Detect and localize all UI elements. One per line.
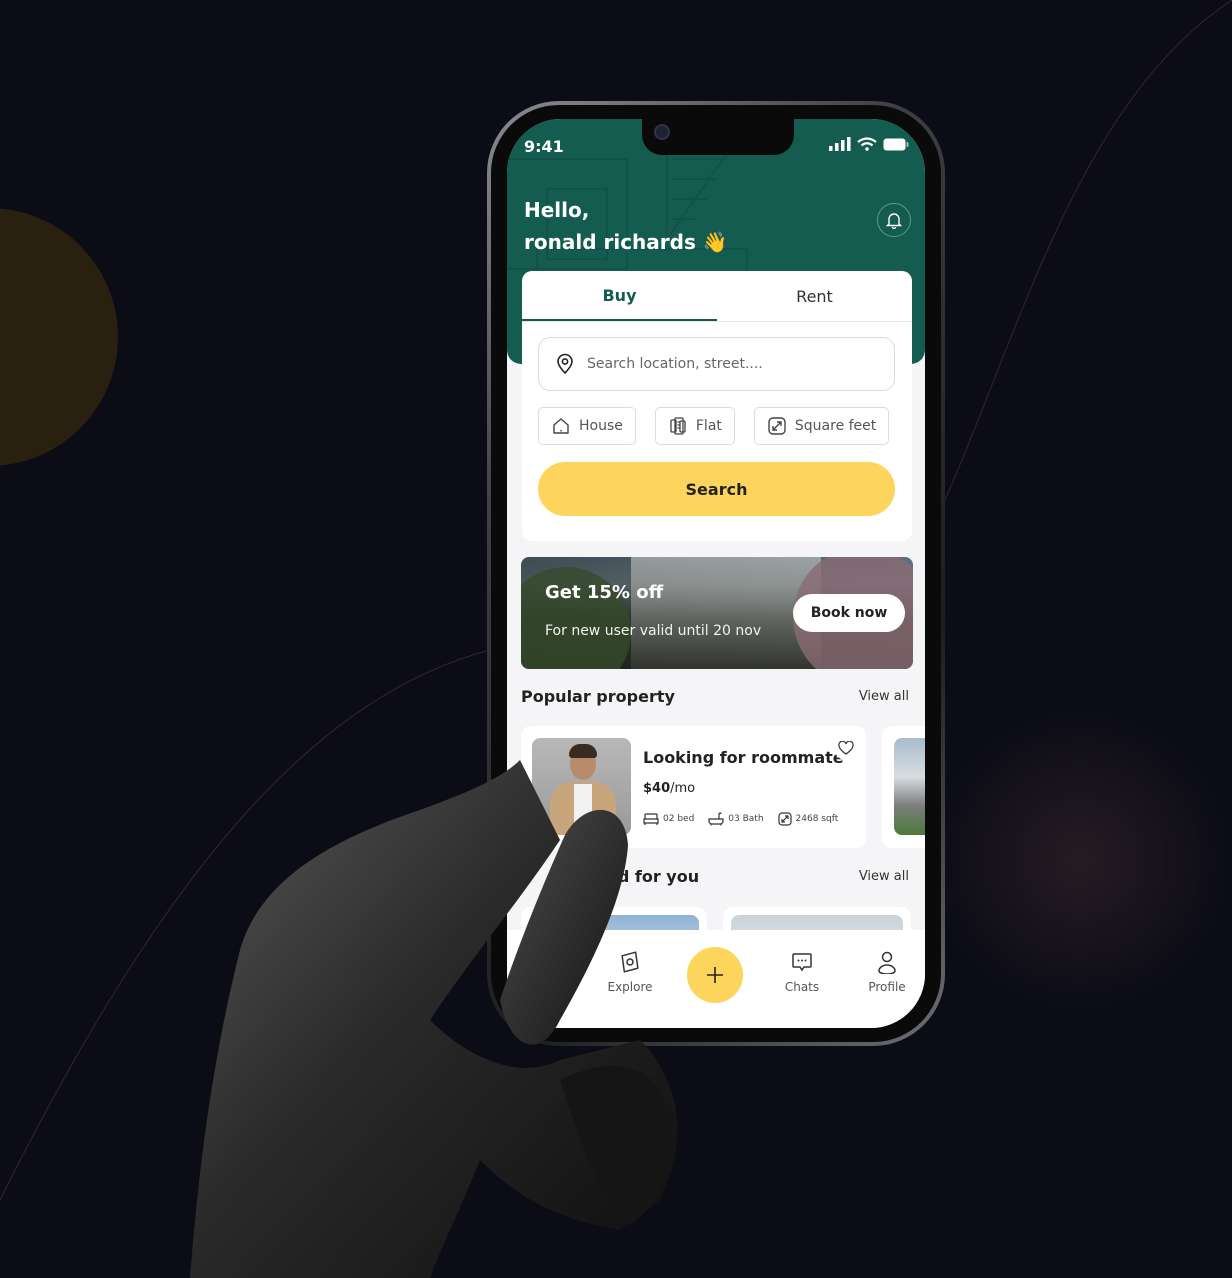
notification-button[interactable] <box>877 203 911 237</box>
status-icons <box>829 137 909 151</box>
search-card: Buy Rent Search location, street.... Hou… <box>522 271 912 541</box>
property-name: Looking for roommate <box>643 748 844 767</box>
property-card[interactable]: Looking for roommate $40/mo 02 bed 03 Ba… <box>521 726 866 848</box>
feature-beds-label: 02 bed <box>663 814 695 824</box>
property-photo <box>894 738 925 835</box>
signal-icon <box>829 137 851 151</box>
search-placeholder: Search location, street.... <box>587 356 763 372</box>
bathtub-icon <box>708 812 724 826</box>
buy-rent-tabs: Buy Rent <box>522 271 912 322</box>
property-price: $40/mo <box>643 781 695 796</box>
property-type-filters: House Flat Square feet <box>538 407 890 445</box>
nav-chats[interactable]: Chats <box>772 950 832 994</box>
nav-profile-label: Profile <box>868 980 906 994</box>
popular-view-all-link[interactable]: View all <box>859 689 909 704</box>
recommended-title: ed for you <box>607 867 700 886</box>
nav-explore[interactable]: Explore <box>600 950 660 994</box>
nav-home-label: ne <box>547 978 563 992</box>
status-time: 9:41 <box>524 137 564 156</box>
bell-icon <box>886 213 902 229</box>
wifi-icon <box>857 137 877 151</box>
feature-baths-label: 03 Bath <box>728 814 764 824</box>
wave-emoji: 👋 <box>702 230 728 254</box>
building-icon <box>670 417 686 435</box>
book-now-button[interactable]: Book now <box>793 594 905 632</box>
feature-baths: 03 Bath <box>708 812 764 826</box>
greeting-hello: Hello, <box>524 198 590 222</box>
search-button[interactable]: Search <box>538 462 895 516</box>
location-search-input[interactable]: Search location, street.... <box>538 337 895 391</box>
greeting: Hello, ronald richards 👋 <box>524 194 728 258</box>
popular-property-title: Popular property <box>521 687 675 706</box>
filter-house-label: House <box>579 418 623 434</box>
tab-buy[interactable]: Buy <box>522 271 717 321</box>
resize-icon <box>768 417 786 435</box>
bottom-navigation: ne Explore Chats Profile <box>507 930 925 1028</box>
favorite-button[interactable] <box>834 736 858 760</box>
property-photo <box>532 738 631 835</box>
feature-area: 2468 sqft <box>777 812 839 826</box>
promo-banner[interactable]: Get 15% off For new user valid until 20 … <box>521 557 913 669</box>
camera-icon <box>654 124 670 140</box>
chat-icon <box>792 953 812 972</box>
heart-icon <box>838 741 854 755</box>
nav-home[interactable]: ne <box>525 950 585 992</box>
property-card[interactable] <box>882 726 925 848</box>
phone-notch <box>642 119 794 155</box>
property-price-unit: /mo <box>670 781 696 796</box>
property-features: 02 bed 03 Bath 2468 sqft <box>643 812 838 826</box>
feature-beds: 02 bed <box>643 812 694 826</box>
nav-chats-label: Chats <box>784 980 820 994</box>
property-price-amount: $40 <box>643 781 671 796</box>
filter-house[interactable]: House <box>538 407 636 445</box>
compass-icon <box>621 951 639 973</box>
tab-rent[interactable]: Rent <box>717 271 912 321</box>
home-icon <box>546 951 564 970</box>
bed-icon <box>643 813 659 825</box>
nav-explore-label: Explore <box>607 980 653 994</box>
add-button[interactable] <box>687 947 743 1003</box>
promo-subtitle: For new user valid until 20 nov <box>545 623 762 639</box>
promo-title: Get 15% off <box>545 582 664 603</box>
plus-icon <box>707 967 723 983</box>
battery-icon <box>883 138 909 150</box>
house-icon <box>553 418 569 434</box>
filter-flat[interactable]: Flat <box>654 407 735 445</box>
user-icon <box>878 951 896 974</box>
location-pin-icon <box>557 353 573 375</box>
phone-frame: 9:41 Hello, ronald richards 👋 Buy Rent S… <box>487 101 945 1046</box>
app-screen: 9:41 Hello, ronald richards 👋 Buy Rent S… <box>507 119 925 1028</box>
filter-square-feet[interactable]: Square feet <box>753 407 890 445</box>
feature-area-label: 2468 sqft <box>795 814 839 824</box>
resize-icon <box>777 812 792 826</box>
filter-flat-label: Flat <box>695 418 722 434</box>
filter-square-feet-label: Square feet <box>794 418 877 434</box>
nav-profile[interactable]: Profile <box>857 950 917 994</box>
greeting-username: ronald richards 👋 <box>524 226 728 258</box>
username: ronald richards <box>524 230 696 254</box>
recommended-view-all-link[interactable]: View all <box>859 869 909 884</box>
